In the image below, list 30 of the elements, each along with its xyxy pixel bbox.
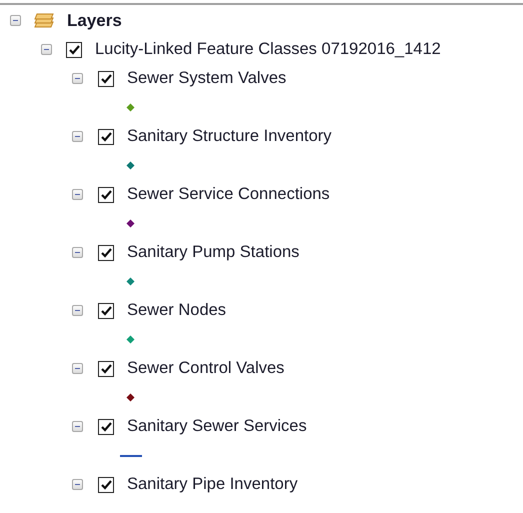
collapse-icon[interactable] (72, 189, 83, 200)
collapse-icon[interactable] (72, 131, 83, 142)
checkbox[interactable] (98, 70, 114, 86)
layer-label[interactable]: Sanitary Pump Stations (127, 243, 300, 262)
collapse-icon[interactable] (72, 363, 83, 374)
checkbox[interactable] (98, 418, 114, 434)
checkbox[interactable] (98, 476, 114, 492)
checkbox[interactable] (98, 360, 114, 376)
collapse-icon[interactable] (72, 73, 83, 84)
layers-icon (33, 12, 55, 30)
layer-label[interactable]: Sanitary Sewer Services (127, 417, 307, 436)
collapse-icon[interactable] (41, 44, 52, 55)
checkbox[interactable] (98, 244, 114, 260)
collapse-icon[interactable] (72, 305, 83, 316)
layer-label[interactable]: Sewer Service Connections (127, 185, 330, 204)
layer-label[interactable]: Sanitary Structure Inventory (127, 127, 332, 146)
root-label[interactable]: Layers (67, 10, 122, 30)
collapse-icon[interactable] (72, 479, 83, 490)
checkbox[interactable] (98, 186, 114, 202)
checkbox[interactable] (66, 42, 82, 58)
checkbox[interactable] (98, 128, 114, 144)
collapse-icon[interactable] (72, 421, 83, 432)
layer-label[interactable]: Sewer Control Valves (127, 359, 284, 378)
layer-label[interactable]: Sewer Nodes (127, 301, 226, 320)
layer-label[interactable]: Sewer System Valves (127, 69, 286, 88)
collapse-icon[interactable] (10, 15, 21, 26)
group-label[interactable]: Lucity-Linked Feature Classes 07192016_1412 (95, 40, 441, 59)
layer-label[interactable]: Sanitary Pipe Inventory (127, 475, 298, 494)
collapse-icon[interactable] (72, 247, 83, 258)
checkbox[interactable] (98, 302, 114, 318)
